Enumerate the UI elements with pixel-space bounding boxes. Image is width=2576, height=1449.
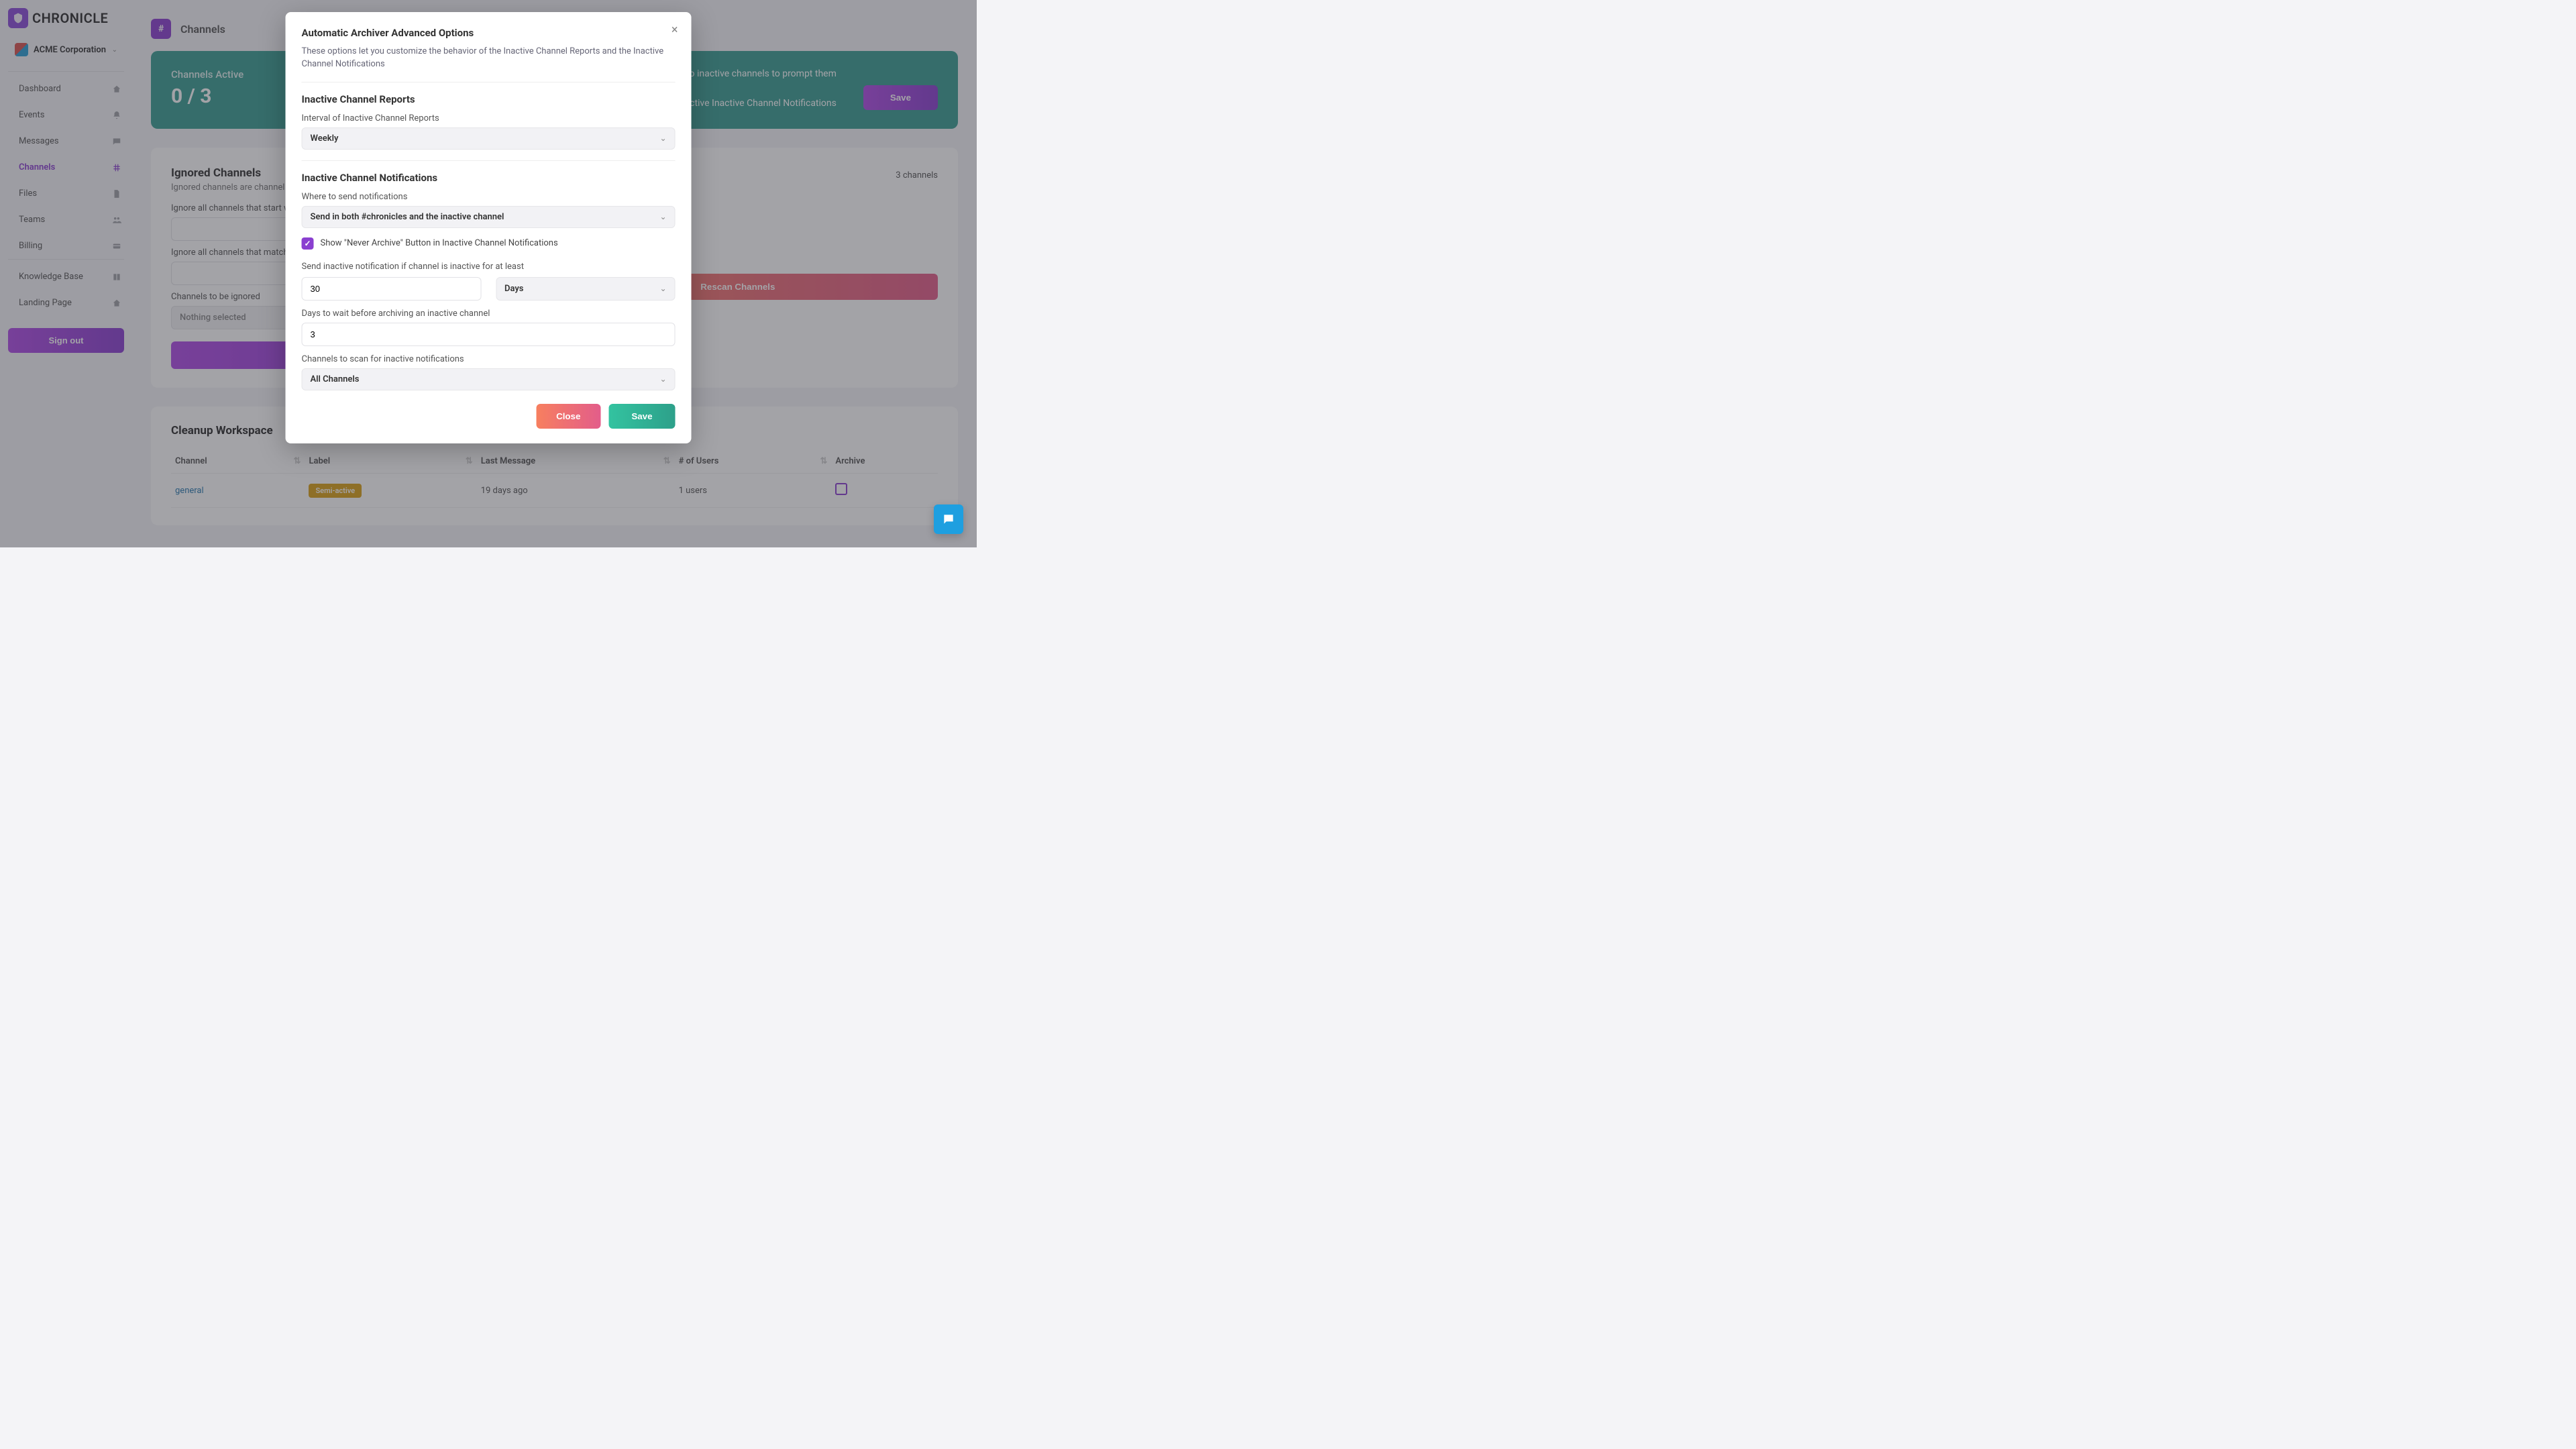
field-label: Interval of Inactive Channel Reports xyxy=(302,113,676,123)
section-heading-reports: Inactive Channel Reports xyxy=(302,93,676,105)
modal-title: Automatic Archiver Advanced Options xyxy=(302,27,676,39)
archiver-advanced-options-modal: Automatic Archiver Advanced Options × Th… xyxy=(286,12,692,443)
close-button[interactable]: Close xyxy=(536,404,600,429)
save-button[interactable]: Save xyxy=(608,404,675,429)
inactive-unit-select[interactable]: Days ⌄ xyxy=(496,277,676,301)
where-to-send-select[interactable]: Send in both #chronicles and the inactiv… xyxy=(302,206,676,228)
chevron-down-icon: ⌄ xyxy=(659,284,666,293)
interval-select[interactable]: Weekly ⌄ xyxy=(302,127,676,150)
field-label: Send inactive notification if channel is… xyxy=(302,262,676,272)
select-value: Days xyxy=(504,284,524,294)
close-icon[interactable]: × xyxy=(672,24,678,36)
chat-icon xyxy=(942,513,955,526)
chevron-down-icon: ⌄ xyxy=(659,133,666,143)
select-value: Send in both #chronicles and the inactiv… xyxy=(311,212,504,222)
never-archive-label: Show "Never Archive" Button in Inactive … xyxy=(321,238,558,248)
inactive-duration-input[interactable] xyxy=(302,277,482,301)
chat-fab[interactable] xyxy=(934,504,963,534)
select-value: Weekly xyxy=(311,133,339,144)
channels-to-scan-select[interactable]: All Channels ⌄ xyxy=(302,368,676,390)
field-label: Where to send notifications xyxy=(302,192,676,202)
divider xyxy=(302,160,676,161)
select-value: All Channels xyxy=(311,374,360,384)
field-label: Channels to scan for inactive notificati… xyxy=(302,354,676,364)
divider xyxy=(302,82,676,83)
modal-description: These options let you customize the beha… xyxy=(302,46,676,71)
section-heading-notifications: Inactive Channel Notifications xyxy=(302,172,676,184)
days-to-wait-input[interactable] xyxy=(302,323,676,346)
never-archive-checkbox[interactable]: ✓ xyxy=(302,237,314,250)
chevron-down-icon: ⌄ xyxy=(659,374,666,384)
chevron-down-icon: ⌄ xyxy=(659,212,666,221)
field-label: Days to wait before archiving an inactiv… xyxy=(302,309,676,319)
